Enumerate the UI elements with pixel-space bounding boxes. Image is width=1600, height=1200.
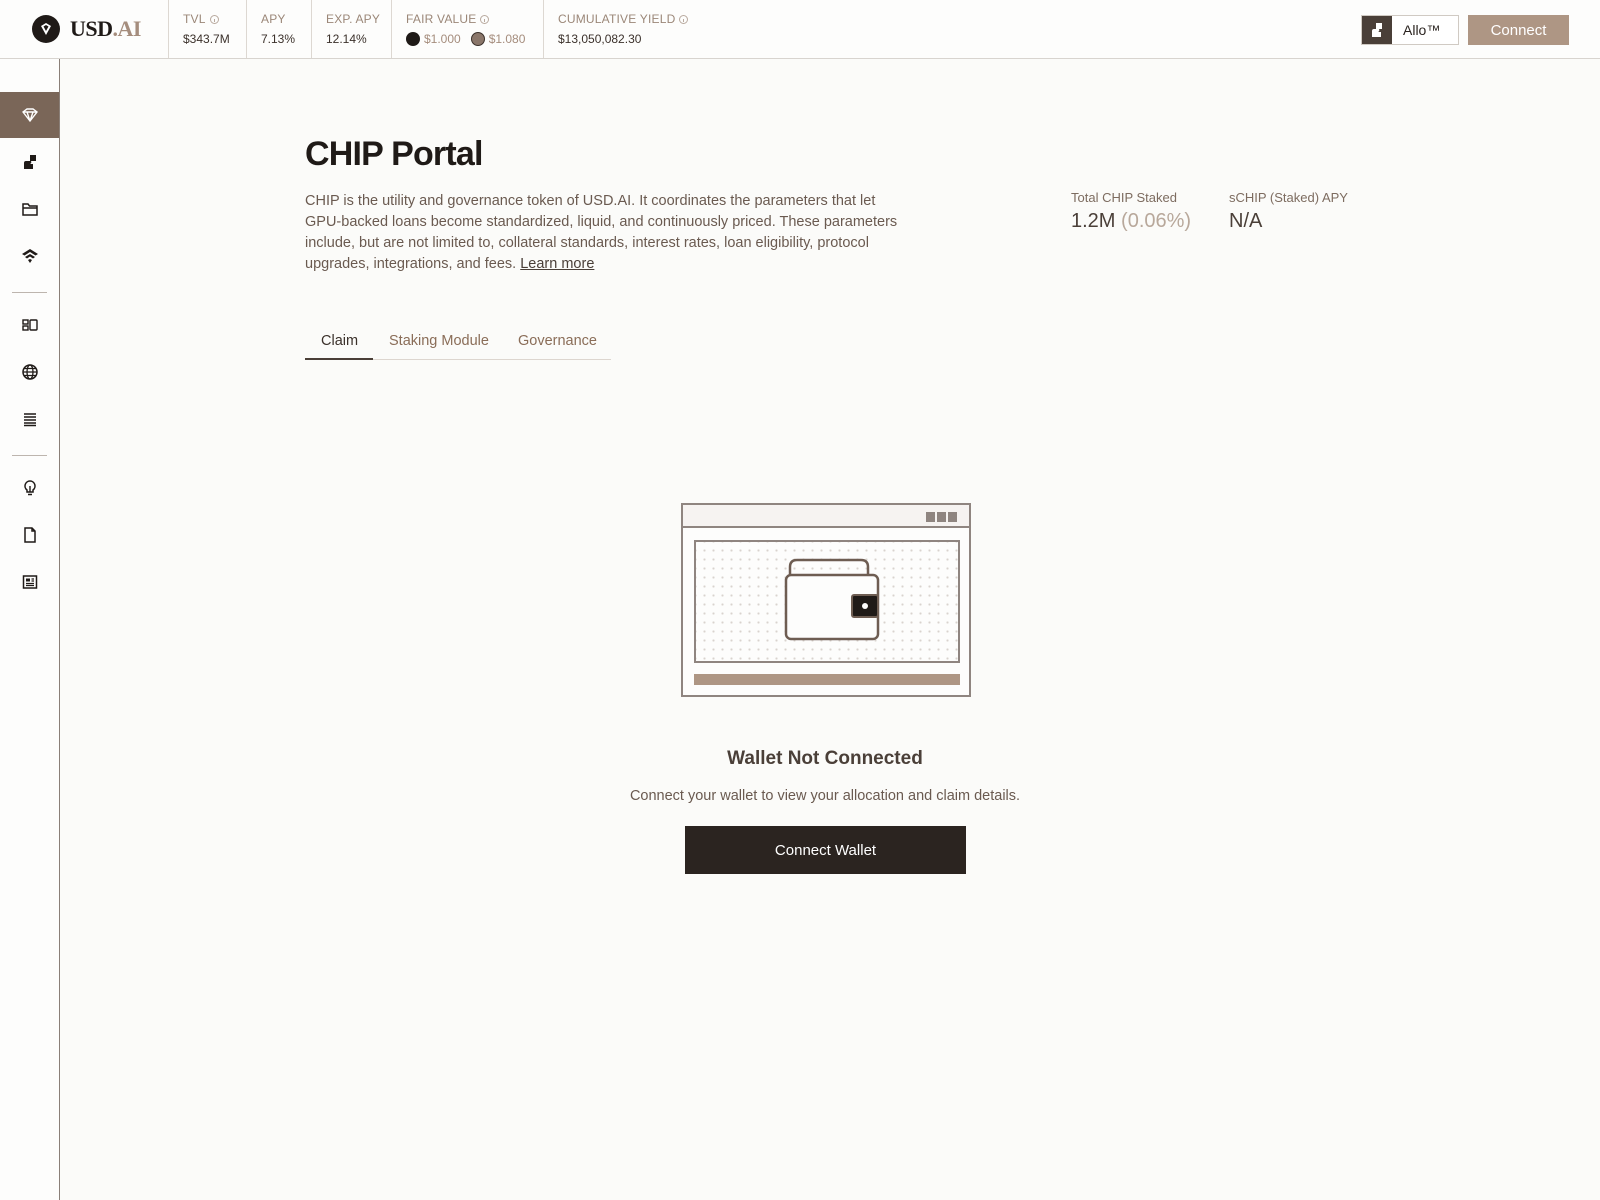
connect-wallet-button[interactable]: Connect Wallet	[685, 826, 966, 874]
sidebar-item-ideas[interactable]	[0, 465, 59, 511]
brand-name: USD.AI	[70, 16, 141, 41]
active-tab-indicator	[305, 358, 373, 360]
kpi-label: sCHIP (Staked) APY	[1229, 190, 1348, 205]
allo-label: Allo™	[1403, 22, 1441, 38]
kpi-value: N/A	[1229, 210, 1263, 232]
stat-apy: APY 7.13%	[246, 0, 295, 58]
window-title-bar	[683, 505, 969, 528]
info-icon[interactable]	[209, 14, 219, 24]
wallet-icon	[784, 558, 880, 641]
kpi-total-chip-staked: Total CHIP Staked 1.2M (0.06%)	[1071, 190, 1191, 233]
stat-value: 12.14%	[326, 32, 367, 46]
connect-button[interactable]: Connect	[1468, 15, 1569, 45]
stat-label: EXP. APY	[326, 12, 381, 26]
newspaper-icon	[22, 575, 37, 589]
sidebar-item-layers[interactable]	[0, 233, 59, 279]
usdai-logo-icon	[32, 15, 60, 43]
kpi-label: Total CHIP Staked	[1071, 190, 1177, 205]
sidebar-divider	[12, 292, 47, 293]
tab-staking-module[interactable]: Staking Module	[389, 333, 489, 349]
globe-icon	[21, 364, 38, 380]
stat-value: 7.13%	[261, 32, 296, 46]
page-description: CHIP is the utility and governance token…	[305, 193, 898, 272]
wallet-illustration	[681, 503, 971, 697]
fair-value-usdai: $1.000	[424, 32, 461, 46]
usdai-coin-icon	[406, 32, 420, 46]
sidebar	[0, 59, 60, 1200]
lightbulb-icon	[23, 480, 36, 496]
empty-state-title: Wallet Not Connected	[727, 748, 923, 769]
dashboard-tiles-icon	[21, 319, 38, 331]
stat-cumulative-yield: CUMULATIVE YIELD $13,050,082.30	[543, 0, 689, 58]
sidebar-item-dashboard[interactable]	[0, 302, 59, 348]
stat-fair-value: FAIR VALUE $1.000 $1.080	[391, 0, 525, 58]
stat-label: TVL	[183, 12, 206, 26]
stat-label: FAIR VALUE	[406, 12, 477, 26]
window-controls-icon	[926, 512, 957, 522]
sidebar-item-earn[interactable]	[0, 139, 59, 185]
learn-more-link[interactable]: Learn more	[520, 256, 594, 272]
sidebar-item-list[interactable]	[0, 396, 59, 442]
tab-bar: Claim Staking Module Governance	[305, 325, 611, 360]
dotted-panel	[694, 540, 960, 663]
brand-logo[interactable]: USD.AI	[32, 15, 141, 43]
folder-icon	[21, 203, 38, 216]
sidebar-item-news[interactable]	[0, 559, 59, 605]
diamond-gem-icon	[21, 108, 38, 123]
info-icon[interactable]	[480, 14, 490, 24]
stat-exp-apy: EXP. APY 12.14%	[311, 0, 380, 58]
layers-wifi-icon	[21, 249, 38, 263]
kpi-percent: (0.06%)	[1121, 210, 1192, 232]
hand-coin-icon	[1362, 16, 1392, 44]
sidebar-item-docs[interactable]	[0, 512, 59, 558]
kpi-value: 1.2M	[1071, 210, 1116, 232]
page-title: CHIP Portal	[305, 135, 483, 173]
info-icon[interactable]	[679, 14, 689, 24]
sidebar-item-portfolio[interactable]	[0, 186, 59, 232]
stat-value: $13,050,082.30	[558, 32, 642, 46]
stat-tvl: TVL $343.7M	[168, 0, 230, 58]
tab-governance[interactable]: Governance	[518, 333, 597, 349]
document-icon	[23, 527, 36, 543]
tab-claim[interactable]: Claim	[321, 333, 358, 349]
empty-state-text: Connect your wallet to view your allocat…	[629, 788, 1021, 804]
fair-value-susdai: $1.080	[488, 32, 526, 46]
stat-label: APY	[261, 12, 286, 26]
sidebar-item-chip[interactable]	[0, 92, 59, 138]
stat-label: CUMULATIVE YIELD	[558, 12, 676, 26]
susdai-coin-icon	[470, 32, 485, 46]
allo-button[interactable]: Allo™	[1361, 15, 1459, 45]
sidebar-item-explore[interactable]	[0, 349, 59, 395]
hand-coin-icon	[23, 155, 36, 169]
sidebar-divider	[12, 455, 47, 456]
top-bar: USD.AI TVL $343.7M APY 7.13% EXP. APY 12…	[0, 0, 1600, 59]
stacked-list-icon	[23, 413, 36, 427]
illustration-footer-bar	[694, 674, 960, 685]
stat-value: $343.7M	[183, 32, 230, 46]
kpi-schip-apy: sCHIP (Staked) APY N/A	[1229, 190, 1348, 233]
